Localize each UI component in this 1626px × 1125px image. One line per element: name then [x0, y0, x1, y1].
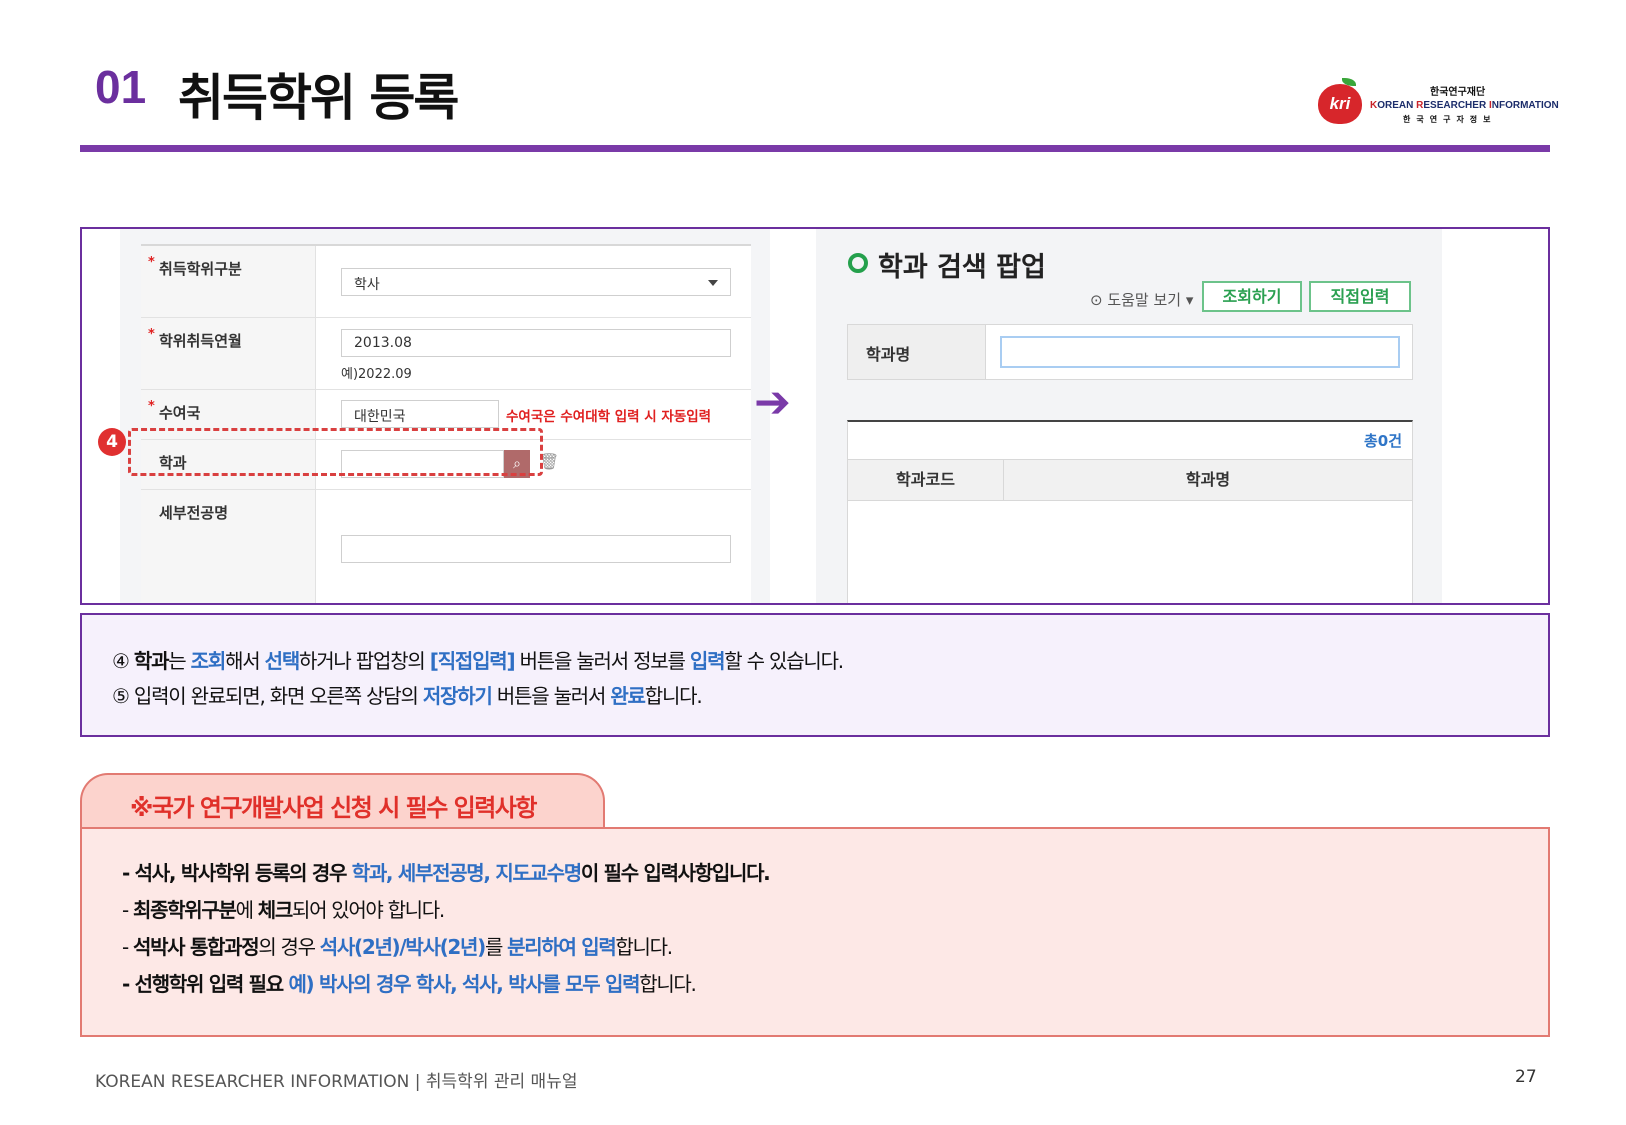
apple-logo-icon: kri	[1318, 84, 1362, 124]
notice-line: - 석박사 통합과정의 경우 석사(2년)/박사(2년)를 분리하여 입력합니다…	[122, 931, 673, 960]
required-mark: *	[148, 255, 155, 270]
text-run: 합니다.	[639, 972, 697, 996]
text-run: -	[122, 898, 133, 922]
instruction-line-2: ⑤ 입력이 완료되면, 화면 오른쪽 상담의 저장하기 버튼을 눌러서 완료합니…	[112, 680, 703, 709]
major-input[interactable]	[341, 535, 731, 563]
text-run: - 선행학위 입력 필요	[122, 972, 289, 996]
search-button[interactable]: 조회하기	[1202, 281, 1302, 312]
text-run: 합니다.	[615, 935, 673, 959]
notice-line: - 선행학위 입력 필요 예) 박사의 경우 학사, 석사, 박사를 모두 입력…	[122, 968, 697, 997]
text-run: 의 경우	[258, 935, 320, 959]
text-run: -	[122, 935, 133, 959]
text-run: 체크	[257, 898, 294, 922]
col-dept-code: 학과코드	[848, 460, 1004, 500]
text-run: - 석사, 박사학위 등록의 경우	[122, 861, 352, 885]
instruction-line-1: ④ 학과는 조회해서 선택하거나 팝업창의 [직접입력] 버튼을 눌러서 정보를…	[112, 645, 844, 674]
step-badge: 4	[98, 428, 126, 456]
text-run: 하거나 팝업창의	[299, 649, 430, 673]
required-mark: *	[148, 327, 155, 342]
notice-line: - 석사, 박사학위 등록의 경우 학과, 세부전공명, 지도교수명이 필수 입…	[122, 857, 771, 886]
col-dept-name: 학과명	[1185, 470, 1231, 489]
degree-type-label: 취득학위구분	[159, 260, 242, 278]
degree-date-input[interactable]: 2013.08	[341, 329, 731, 357]
major-label: 세부전공명	[159, 504, 229, 522]
section-number: 01	[95, 61, 147, 113]
logo-org-en: KOREAN RESEARCHER INFORMATION	[1370, 100, 1559, 111]
text-run: ⑤ 입력이 완료되면, 화면 오른쪽 상담의	[112, 684, 423, 708]
country-label: 수여국	[159, 404, 201, 422]
text-run: [직접입력]	[429, 649, 516, 673]
country-auto-note: 수여국은 수여대학 입력 시 자동입력	[506, 409, 712, 425]
text-run: 합니다.	[644, 684, 703, 708]
result-table: 총0건 학과코드 학과명	[847, 420, 1413, 603]
country-input[interactable]: 대한민국	[341, 400, 499, 428]
popup-title: 학과 검색 팝업	[878, 252, 1046, 283]
popup-search-table: 학과명	[847, 324, 1413, 380]
logo-org-kr-spaced: 한국연구자정보	[1403, 115, 1497, 124]
row-degree-type: * 취득학위구분 학사	[141, 246, 751, 318]
notice-title: ※국가 연구개발사업 신청 시 필수 입력사항	[130, 794, 537, 822]
row-degree-date: * 학위취득연월 2013.08 예)2022.09	[141, 318, 751, 390]
dept-name-label: 학과명	[866, 345, 911, 364]
text-run: 조회	[190, 649, 227, 673]
chevron-down-icon	[708, 280, 718, 286]
text-run: 석사(2년)/박사(2년)	[319, 935, 487, 959]
row-major: 세부전공명	[141, 490, 751, 603]
text-run: 할 수 있습니다.	[724, 649, 844, 673]
text-run: 되어 있어야 합니다.	[291, 898, 445, 922]
text-run: 석박사 통합과정	[132, 935, 260, 959]
result-table-header: 학과코드 학과명	[848, 459, 1412, 501]
text-run: 선택	[264, 649, 301, 673]
notice-line: - 최종학위구분에 체크되어 있어야 합니다.	[122, 894, 445, 923]
text-run: 분리하여 입력	[507, 935, 617, 959]
text-run: 저장하기	[422, 684, 493, 708]
degree-date-example: 예)2022.09	[341, 367, 412, 382]
notice-box: - 석사, 박사학위 등록의 경우 학과, 세부전공명, 지도교수명이 필수 입…	[80, 827, 1550, 1037]
title-divider	[80, 145, 1550, 152]
text-run: 이 필수 입력사항입니다.	[580, 861, 771, 885]
text-run: 최종학위구분	[132, 898, 237, 922]
text-run: 해서	[225, 649, 265, 673]
text-run: 완료	[610, 684, 646, 708]
text-run: 는	[168, 649, 191, 673]
screenshot-panel: * 취득학위구분 학사 * 학위취득연월 2013.08 예)2022.09 *…	[80, 227, 1550, 605]
text-run: 버튼을 눌러서	[491, 684, 611, 708]
text-run: 학과, 세부전공명, 지도교수명	[351, 861, 582, 885]
footer-text: KOREAN RESEARCHER INFORMATION | 취득학위 관리 …	[95, 1072, 578, 1092]
text-run: 를	[484, 935, 508, 959]
help-link[interactable]: ⊙ 도움말 보기 ▾	[1090, 289, 1193, 310]
instruction-box: ④ 학과는 조회해서 선택하거나 팝업창의 [직접입력] 버튼을 눌러서 정보를…	[80, 613, 1550, 737]
dept-name-input[interactable]	[1000, 336, 1400, 368]
text-run: 예) 박사의 경우 학사, 석사, 박사를 모두 입력	[288, 972, 640, 996]
text-run: 입력	[689, 649, 726, 673]
circle-bullet-icon	[848, 253, 868, 273]
notice-tab: ※국가 연구개발사업 신청 시 필수 입력사항	[80, 773, 605, 829]
text-run: 에	[235, 898, 258, 922]
arrow-right-icon: ➔	[754, 377, 791, 428]
degree-type-select[interactable]: 학사	[341, 268, 731, 296]
page-number: 27	[1515, 1067, 1537, 1087]
highlight-dashed-box	[128, 428, 543, 476]
result-count: 총0건	[1363, 432, 1402, 450]
direct-input-button[interactable]: 직접입력	[1309, 281, 1411, 312]
page-title: 취득학위 등록	[178, 69, 459, 127]
logo-org-kr: 한국연구재단	[1430, 87, 1486, 98]
required-mark: *	[148, 399, 155, 414]
text-run: 버튼을 눌러서 정보를	[514, 649, 690, 673]
degree-date-label: 학위취득연월	[159, 332, 242, 350]
text-run: 학과	[133, 649, 170, 673]
degree-form: * 취득학위구분 학사 * 학위취득연월 2013.08 예)2022.09 *…	[141, 244, 751, 603]
kri-logo: kri 한국연구재단 KOREAN RESEARCHER INFORMATION…	[1318, 78, 1559, 128]
text-run: ④	[112, 649, 134, 673]
